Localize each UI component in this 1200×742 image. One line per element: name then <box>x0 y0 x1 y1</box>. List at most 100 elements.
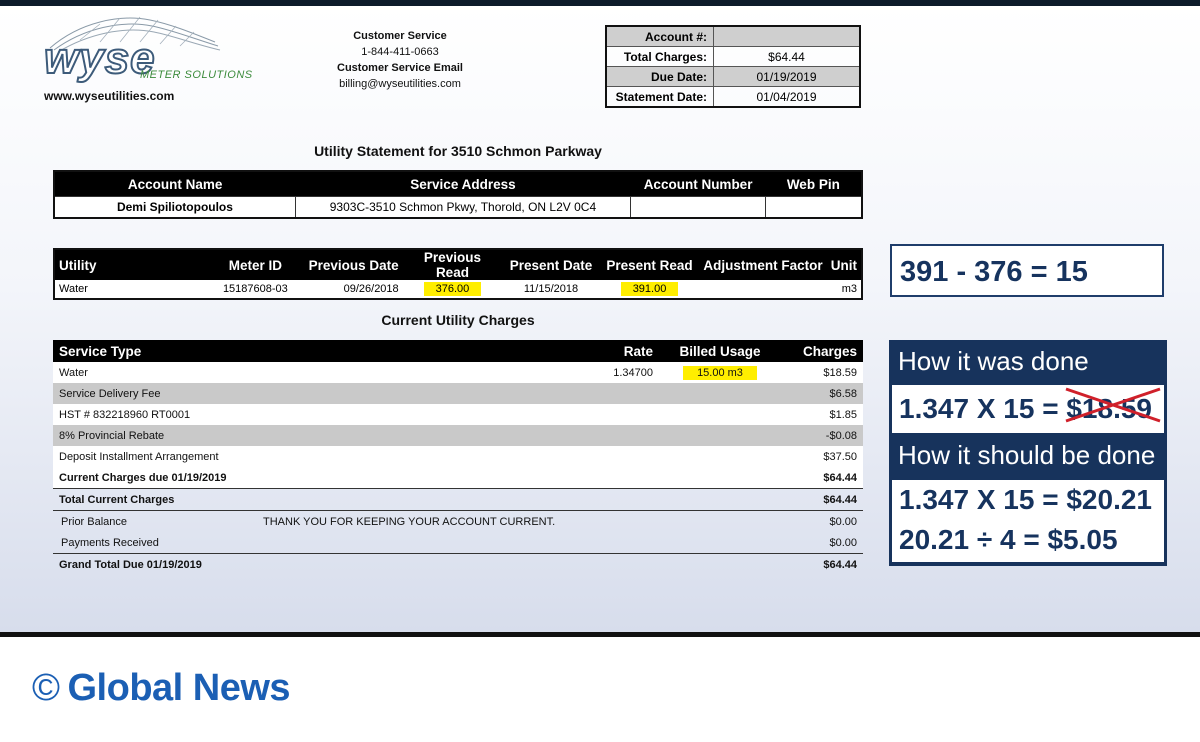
meter-table: Utility Meter ID Previous Date Previous … <box>53 248 863 300</box>
prior-label: Prior Balance <box>61 515 128 528</box>
account-name: Demi Spiliotopoulos <box>53 196 296 219</box>
due-value: 01/19/2019 <box>713 66 861 87</box>
header-adjustment-factor: Adjustment Factor <box>699 249 827 280</box>
previous-read: 376.00 <box>423 282 482 296</box>
table-row: Water 15187608-03 09/26/2018 376.00 11/1… <box>54 280 862 299</box>
header-rate: Rate <box>567 340 659 362</box>
present-read: 391.00 <box>620 282 679 296</box>
total-label: Total Charges: <box>605 46 714 67</box>
charges-table: Service Type Rate Billed Usage Charges W… <box>53 340 863 575</box>
charges-title: Current Utility Charges <box>381 312 535 328</box>
water-rate: 1.34700 <box>567 362 659 383</box>
logo-wordmark: wyse <box>43 33 156 84</box>
service-address: 9303C-3510 Schmon Pkwy, Thorold, ON L2V … <box>294 196 631 219</box>
table-row: Payments Received $0.00 <box>53 532 863 554</box>
adjustment-factor <box>699 280 827 299</box>
table-row: 8% Provincial Rebate -$0.08 <box>53 425 863 446</box>
should-heading: How it should be done <box>898 440 1156 470</box>
table-row: Current Charges due 01/19/2019 $64.44 <box>53 467 863 489</box>
utility-statement: wyse METER SOLUTIONS www.wyseutilities.c… <box>0 6 1200 632</box>
account-table: Account Name Service Address Account Num… <box>53 170 863 219</box>
table-row: Grand Total Due 01/19/2019 $64.44 <box>53 554 863 576</box>
meter-id: 15187608-03 <box>211 280 300 299</box>
was-calculation: 1.347 X 15 = $18.59 <box>892 385 1164 433</box>
hst-label: HST # 832218960 RT0001 <box>53 404 781 425</box>
cs-title: Customer Service <box>353 30 447 42</box>
was-lhs: 1.347 X 15 = <box>899 393 1067 424</box>
calculation-panel: How it was done 1.347 X 15 = $18.59 How … <box>889 340 1167 566</box>
header-service-address: Service Address <box>295 171 631 197</box>
news-credit: © Global News <box>32 667 291 710</box>
cs-email-label: Customer Service Email <box>337 62 463 74</box>
rebate-label: 8% Provincial Rebate <box>53 425 781 446</box>
usage-equation-box: 391 - 376 = 15 <box>890 244 1164 297</box>
header-charges: Charges <box>781 340 863 362</box>
was-heading: How it was done <box>898 346 1089 376</box>
header-account-number: Account Number <box>630 171 766 197</box>
header-meter-id: Meter ID <box>211 249 300 280</box>
table-row: Deposit Installment Arrangement $37.50 <box>53 446 863 467</box>
web-pin <box>765 196 863 219</box>
unit: m3 <box>826 280 862 299</box>
current-due-label: Current Charges due 01/19/2019 <box>53 467 781 489</box>
prior-amount: $0.00 <box>829 515 857 528</box>
table-row: Total Current Charges $64.44 <box>53 488 863 511</box>
utility-name: Water <box>54 280 212 299</box>
header-web-pin: Web Pin <box>765 171 862 197</box>
delivery-label: Service Delivery Fee <box>53 383 781 404</box>
should-line-2: 20.21 ÷ 4 = $5.05 <box>899 524 1118 555</box>
cs-phone: 1-844-411-0663 <box>361 46 439 58</box>
header-present-date: Present Date <box>502 249 600 280</box>
delivery-amount: $6.58 <box>781 383 863 404</box>
header-service-type: Service Type <box>53 340 567 362</box>
cs-email[interactable]: billing@wyseutilities.com <box>320 76 480 92</box>
payments-label: Payments Received <box>61 536 159 549</box>
previous-date: 09/26/2018 <box>299 280 403 299</box>
header-account-name: Account Name <box>54 171 296 197</box>
prior-note: THANK YOU FOR KEEPING YOUR ACCOUNT CURRE… <box>263 515 556 528</box>
crossed-out-value: $18.59 <box>1065 385 1161 433</box>
deposit-label: Deposit Installment Arrangement <box>53 446 781 467</box>
deposit-amount: $37.50 <box>781 446 863 467</box>
table-row: Prior Balance THANK YOU FOR KEEPING YOUR… <box>53 511 863 533</box>
account-number <box>629 196 767 219</box>
present-date: 11/15/2018 <box>502 280 600 299</box>
header-previous-date: Previous Date <box>299 249 403 280</box>
total-current-label: Total Current Charges <box>53 488 781 511</box>
water-label: Water <box>53 362 567 383</box>
total-current-amount: $64.44 <box>781 488 863 511</box>
statement-value: 01/04/2019 <box>713 86 861 108</box>
copyright-icon: © <box>32 667 60 709</box>
footer: © Global News <box>0 637 1200 742</box>
header-present-read: Present Read <box>599 249 700 280</box>
should-calculation: 1.347 X 15 = $20.21 20.21 ÷ 4 = $5.05 <box>892 480 1164 562</box>
header-billed-usage: Billed Usage <box>659 340 781 362</box>
table-row: HST # 832218960 RT0001 $1.85 <box>53 404 863 425</box>
account-value <box>713 25 861 47</box>
credit-text: Global News <box>67 667 291 709</box>
header-unit: Unit <box>826 249 862 280</box>
strike-cross-icon <box>1065 387 1161 423</box>
header-utility: Utility <box>54 249 212 280</box>
grand-amount: $64.44 <box>823 558 857 571</box>
grand-label: Grand Total Due 01/19/2019 <box>59 558 202 571</box>
payments-amount: $0.00 <box>829 536 857 549</box>
statement-label: Statement Date: <box>605 86 714 108</box>
customer-service-block: Customer Service 1-844-411-0663 Customer… <box>320 28 480 92</box>
table-row: Service Delivery Fee $6.58 <box>53 383 863 404</box>
due-label: Due Date: <box>605 66 714 87</box>
statement-title: Utility Statement for 3510 Schmon Parkwa… <box>314 143 602 159</box>
table-row: Water 1.34700 15.00 m3 $18.59 <box>53 362 863 383</box>
should-line-1: 1.347 X 15 = $20.21 <box>899 484 1152 515</box>
water-amount: $18.59 <box>781 362 863 383</box>
water-usage: 15.00 m3 <box>683 365 757 380</box>
total-value: $64.44 <box>713 46 861 67</box>
header-previous-read: Previous Read <box>402 249 503 280</box>
hst-amount: $1.85 <box>781 404 863 425</box>
summary-table: Account #: Total Charges: $64.44 Due Date… <box>605 25 861 108</box>
rebate-amount: -$0.08 <box>781 425 863 446</box>
website-link[interactable]: www.wyseutilities.com <box>44 89 174 103</box>
account-label: Account #: <box>605 25 714 47</box>
logo-subtitle: METER SOLUTIONS <box>140 69 253 81</box>
current-due-amount: $64.44 <box>781 467 863 489</box>
